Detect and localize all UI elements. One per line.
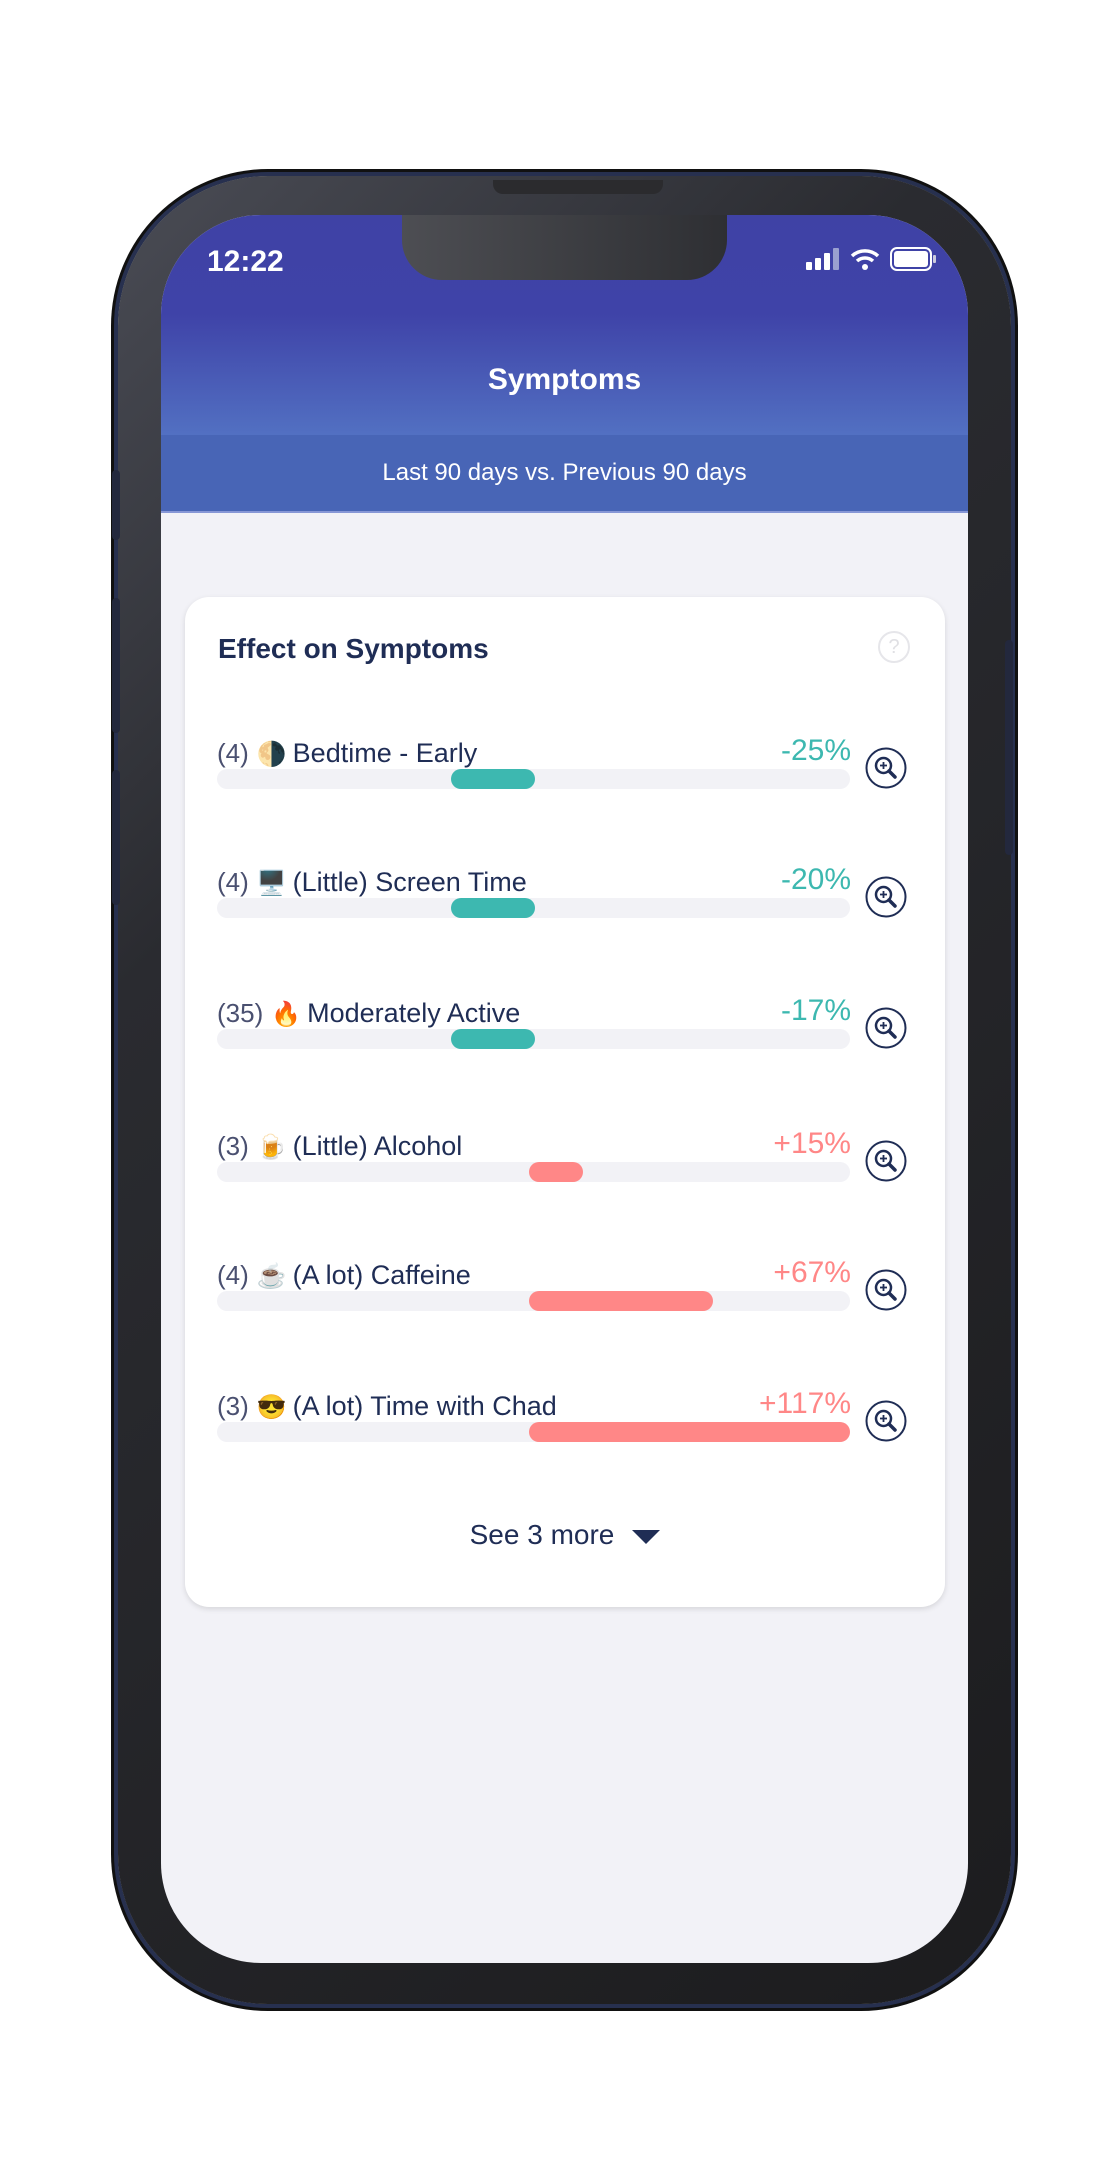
power-button <box>1005 640 1013 855</box>
wifi-icon <box>850 249 880 270</box>
effect-bar-track <box>217 1291 850 1311</box>
status-icons <box>806 247 938 271</box>
effect-bar <box>529 1291 713 1311</box>
effect-percent: +67% <box>773 1256 851 1289</box>
factor-emoji-icon: 🌗 <box>256 741 287 768</box>
factor-label: (A lot) Caffeine <box>292 1260 471 1290</box>
effect-percent: -25% <box>780 734 851 767</box>
volume-up-button <box>112 598 120 733</box>
factor-label: Bedtime - Early <box>292 738 478 768</box>
status-time: 12:22 <box>207 245 284 278</box>
see-more-label: See 3 more <box>469 1519 615 1550</box>
occurrence-count: (4) <box>217 1260 249 1290</box>
mute-switch <box>112 470 120 540</box>
screen: 12:22 Symptoms Last 90 days vs. Previous… <box>161 215 968 1963</box>
factor-emoji-icon: 🖥️ <box>256 870 287 897</box>
effect-row[interactable]: (4) ☕ (A lot) Caffeine +67% <box>185 1256 945 1369</box>
see-more-button[interactable]: See 3 more <box>185 1519 945 1551</box>
effect-bar-track <box>217 898 850 918</box>
card-title: Effect on Symptoms <box>218 633 489 664</box>
row-info: (4) 🖥️ (Little) Screen Time <box>217 866 527 900</box>
effect-row[interactable]: (4) 🖥️ (Little) Screen Time -20% <box>185 863 945 976</box>
occurrence-count: (3) <box>217 1391 249 1421</box>
effect-row[interactable]: (35) 🔥 Moderately Active -17% <box>185 994 945 1107</box>
row-info: (3) 😎 (A lot) Time with Chad <box>217 1390 557 1424</box>
factor-label: (Little) Screen Time <box>292 867 527 897</box>
effect-percent: -20% <box>780 863 851 896</box>
effect-bar-track <box>217 1162 850 1182</box>
effect-percent: -17% <box>780 994 851 1027</box>
factor-emoji-icon: ☕ <box>256 1263 287 1290</box>
factor-label: Moderately Active <box>307 998 521 1028</box>
effect-row[interactable]: (3) 🍺 (Little) Alcohol +15% <box>185 1127 945 1240</box>
zoom-in-icon[interactable] <box>865 1400 907 1442</box>
help-icon[interactable]: ? <box>878 631 910 663</box>
occurrence-count: (35) <box>217 998 264 1028</box>
effect-bar <box>529 1162 583 1182</box>
page-title: Symptoms <box>487 363 642 396</box>
factor-emoji-icon: 🍺 <box>256 1134 287 1161</box>
zoom-in-icon[interactable] <box>865 747 907 789</box>
effect-row[interactable]: (3) 😎 (A lot) Time with Chad +117% <box>185 1387 945 1500</box>
effect-bar <box>451 769 535 789</box>
factor-label: (A lot) Time with Chad <box>292 1391 557 1421</box>
signal-icon <box>806 248 839 270</box>
zoom-in-icon[interactable] <box>865 1269 907 1311</box>
zoom-in-icon[interactable] <box>865 876 907 918</box>
effect-row[interactable]: (4) 🌗 Bedtime - Early -25% <box>185 734 945 847</box>
effect-bar-track <box>217 1029 850 1049</box>
zoom-in-icon[interactable] <box>865 1007 907 1049</box>
zoom-in-icon[interactable] <box>865 1140 907 1182</box>
effect-percent: +15% <box>773 1127 851 1160</box>
effect-bar <box>451 898 535 918</box>
caret-down-icon <box>632 1529 661 1544</box>
volume-down-button <box>112 770 120 905</box>
effect-bar-track <box>217 769 850 789</box>
occurrence-count: (3) <box>217 1131 249 1161</box>
row-info: (35) 🔥 Moderately Active <box>217 997 520 1031</box>
row-info: (4) ☕ (A lot) Caffeine <box>217 1259 471 1293</box>
notch <box>402 215 727 280</box>
factor-emoji-icon: 🔥 <box>271 1001 302 1028</box>
effect-bar-track <box>217 1422 850 1442</box>
effect-percent: +117% <box>758 1387 851 1420</box>
speaker-grille <box>493 180 663 194</box>
factor-emoji-icon: 😎 <box>256 1394 287 1421</box>
effect-bar <box>451 1029 535 1049</box>
effect-bar <box>529 1422 850 1442</box>
row-info: (4) 🌗 Bedtime - Early <box>217 737 477 771</box>
factor-label: (Little) Alcohol <box>292 1131 463 1161</box>
occurrence-count: (4) <box>217 867 249 897</box>
occurrence-count: (4) <box>217 738 249 768</box>
battery-icon <box>890 247 936 271</box>
row-info: (3) 🍺 (Little) Alcohol <box>217 1130 462 1164</box>
date-range-label[interactable]: Last 90 days vs. Previous 90 days <box>161 459 968 487</box>
effect-card: Effect on Symptoms ? (4) 🌗 Bedtime - Early… <box>185 597 945 1607</box>
